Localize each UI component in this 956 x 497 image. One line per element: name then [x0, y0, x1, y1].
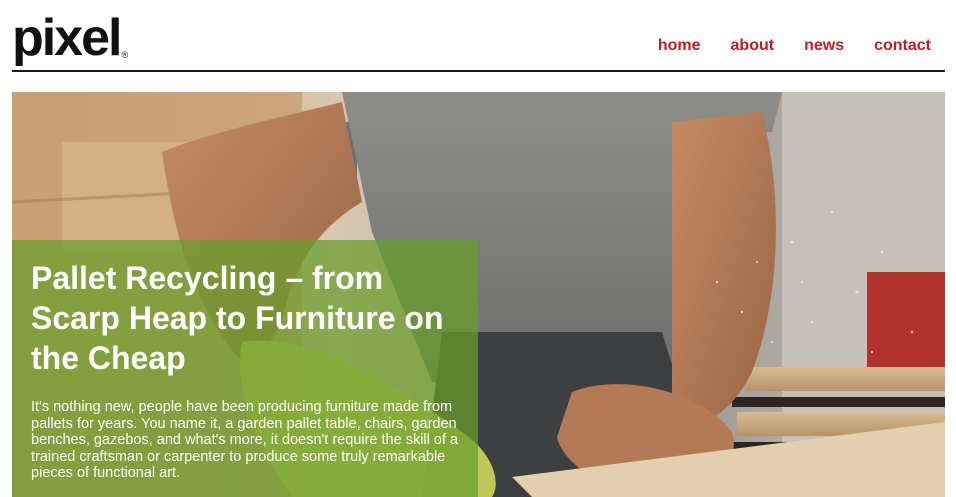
hero-title: Pallet Recycling – from Scarp Heap to Fu…	[31, 260, 444, 376]
logo-text: pixel	[12, 9, 122, 67]
red-cabinet	[867, 272, 945, 367]
wood-plank	[747, 367, 945, 391]
nav-link-home[interactable]: home	[658, 37, 701, 55]
hero-body: It's nothing new, people have been produ…	[31, 399, 459, 481]
registered-mark: ®	[121, 50, 129, 60]
nav-link-contact[interactable]: contact	[874, 37, 931, 55]
hero-banner: Pallet Recycling – from Scarp Heap to Fu…	[12, 92, 945, 497]
site-header: pixel® home about news contact	[12, 0, 945, 72]
main-nav: home about news contact	[628, 37, 931, 55]
nav-link-about[interactable]: about	[731, 37, 775, 55]
site-logo[interactable]: pixel®	[12, 12, 128, 64]
nav-link-news[interactable]: news	[804, 37, 844, 55]
